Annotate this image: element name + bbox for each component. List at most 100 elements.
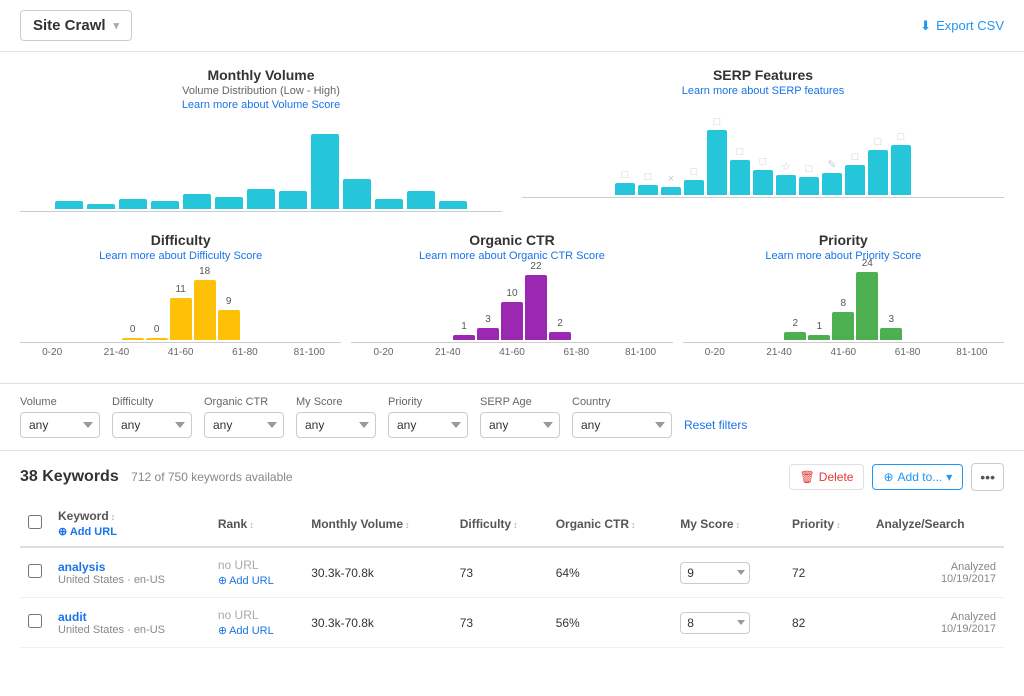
- filter-country-select[interactable]: any: [572, 412, 672, 438]
- small-bar: 0: [146, 338, 168, 340]
- export-label: Export CSV: [936, 18, 1004, 33]
- more-options-button[interactable]: •••: [971, 463, 1004, 491]
- add-url-link[interactable]: ⊕ Add URL: [218, 574, 295, 587]
- xaxis-label: 61-80: [544, 347, 608, 358]
- difficulty-link[interactable]: Learn more about Difficulty Score: [20, 250, 341, 262]
- site-crawl-title: Site Crawl: [33, 17, 106, 34]
- add-to-button[interactable]: ⊕ Add to... ▾: [872, 464, 963, 490]
- serp-bar: [707, 130, 727, 195]
- keyword-region: United States · en-US: [58, 624, 202, 636]
- serp-feature-icon: □: [760, 156, 767, 168]
- xaxis-label: 0-20: [20, 347, 84, 358]
- export-csv-button[interactable]: ⬇ Export CSV: [920, 18, 1004, 34]
- small-bar: 2: [549, 332, 571, 340]
- charts-section: Monthly Volume Volume Distribution (Low …: [0, 52, 1024, 383]
- keyword-name[interactable]: analysis: [58, 560, 202, 574]
- serp-bar: [776, 175, 796, 195]
- bar-group: 1: [453, 335, 475, 340]
- delete-button[interactable]: 🗑 Delete: [789, 464, 865, 490]
- serp-col: □: [615, 169, 635, 195]
- monthly-volume-bar: [119, 199, 147, 209]
- monthly-volume-bar: [375, 199, 403, 209]
- serp-col: □: [845, 151, 865, 195]
- monthly-volume-bar: [279, 191, 307, 209]
- select-all-checkbox[interactable]: [28, 515, 42, 529]
- bar-group: 2: [549, 332, 571, 340]
- bar-group: 0: [122, 338, 144, 340]
- filter-volume-select[interactable]: any: [20, 412, 100, 438]
- xaxis-label: 61-80: [213, 347, 277, 358]
- priority-link[interactable]: Learn more about Priority Score: [683, 250, 1004, 262]
- serp-feature-icon: ☆: [781, 160, 791, 173]
- my-score-select[interactable]: 9: [680, 562, 750, 584]
- small-bar: 22: [525, 275, 547, 340]
- keywords-count-title: 38 Keywords 712 of 750 keywords availabl…: [20, 468, 293, 485]
- monthly-volume-chart: Monthly Volume Volume Distribution (Low …: [20, 67, 502, 212]
- table-header-row: Keyword↕ ⊕ Add URL Rank↕ Monthly Volume↕…: [20, 501, 1004, 547]
- filter-organic-ctr-select[interactable]: any: [204, 412, 284, 438]
- add-to-label: Add to...: [898, 470, 943, 484]
- monthly-volume-bar: [407, 191, 435, 209]
- bar-count-label: 1: [817, 321, 823, 332]
- analyzed-text: Analyzed10/19/2017: [876, 611, 996, 635]
- bar-count-label: 2: [557, 318, 563, 329]
- monthly-volume-bar: [87, 204, 115, 209]
- row-monthly-volume: 30.3k-70.8k: [303, 547, 452, 598]
- bar-group: 24: [856, 272, 878, 340]
- monthly-volume-bar: [439, 201, 467, 209]
- filter-country-label: Country: [572, 396, 672, 408]
- add-url-link[interactable]: ⊕ Add URL: [218, 624, 295, 637]
- serp-feature-icon: □: [691, 166, 698, 178]
- filter-priority-select[interactable]: any: [388, 412, 468, 438]
- serp-bar: [684, 180, 704, 195]
- add-url-header[interactable]: ⊕ Add URL: [58, 525, 202, 538]
- keywords-title-area: 38 Keywords 712 of 750 keywords availabl…: [20, 468, 293, 486]
- row-monthly-volume: 30.3k-70.8k: [303, 598, 452, 648]
- row-difficulty: 73: [452, 598, 548, 648]
- row-checkbox[interactable]: [28, 614, 42, 628]
- my-score-select[interactable]: 8: [680, 612, 750, 634]
- small-bar: 2: [784, 332, 806, 340]
- analyzed-text: Analyzed10/19/2017: [876, 561, 996, 585]
- filter-country: Country any: [572, 396, 672, 438]
- keyword-region: United States · en-US: [58, 574, 202, 586]
- bar-group: 9: [218, 310, 240, 340]
- serp-col: □: [638, 171, 658, 195]
- row-rank-cell: no URL ⊕ Add URL: [210, 547, 303, 598]
- serp-link[interactable]: Learn more about SERP features: [522, 85, 1004, 97]
- bar-group: 10: [501, 302, 523, 340]
- small-bar: 1: [453, 335, 475, 340]
- organic-ctr-link[interactable]: Learn more about Organic CTR Score: [351, 250, 672, 262]
- site-crawl-dropdown[interactable]: Site Crawl ▾: [20, 10, 132, 41]
- filter-organic-ctr: Organic CTR any: [204, 396, 284, 438]
- row-analyze: Analyzed10/19/2017: [868, 547, 1004, 598]
- bar-count-label: 0: [154, 324, 160, 335]
- filter-difficulty-select[interactable]: any: [112, 412, 192, 438]
- add-to-arrow: ▾: [946, 470, 952, 484]
- filter-my-score-label: My Score: [296, 396, 376, 408]
- bar-count-label: 0: [130, 324, 136, 335]
- reset-filters-button[interactable]: Reset filters: [684, 418, 747, 438]
- filter-my-score-select[interactable]: any: [296, 412, 376, 438]
- xaxis-label: 81-100: [940, 347, 1004, 358]
- serp-col: □: [753, 156, 773, 195]
- serp-bar: [799, 177, 819, 195]
- row-checkbox[interactable]: [28, 564, 42, 578]
- bar-group: 22: [525, 275, 547, 340]
- serp-bar: [661, 187, 681, 195]
- serp-features-chart: SERP Features Learn more about SERP feat…: [522, 67, 1004, 212]
- col-organic-ctr: Organic CTR↕: [548, 501, 673, 547]
- keyword-name[interactable]: audit: [58, 610, 202, 624]
- monthly-volume-link[interactable]: Learn more about Volume Score: [20, 99, 502, 111]
- priority-title: Priority: [683, 232, 1004, 248]
- bar-group: 1: [808, 335, 830, 340]
- col-rank: Rank↕: [210, 501, 303, 547]
- small-bar: 1: [808, 335, 830, 340]
- difficulty-title: Difficulty: [20, 232, 341, 248]
- bar-count-label: 22: [530, 261, 541, 272]
- filter-serp-age-select[interactable]: any: [480, 412, 560, 438]
- select-all-header: [20, 501, 50, 547]
- filter-priority-label: Priority: [388, 396, 468, 408]
- bar-count-label: 10: [506, 288, 517, 299]
- serp-col: □: [684, 166, 704, 195]
